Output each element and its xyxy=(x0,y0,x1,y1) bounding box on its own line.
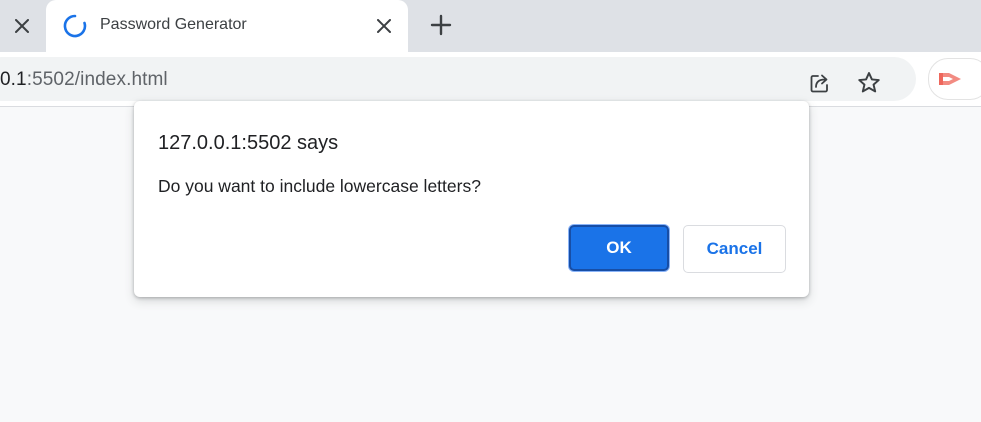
star-icon[interactable] xyxy=(856,70,882,96)
tab-strip: Password Generator xyxy=(0,0,981,52)
new-tab-button[interactable] xyxy=(428,12,454,38)
tab-password-generator[interactable]: Password Generator xyxy=(46,0,408,52)
dialog-title: 127.0.0.1:5502 says xyxy=(158,132,339,154)
dialog-message: Do you want to include lowercase letters… xyxy=(158,176,481,196)
ok-button[interactable]: OK xyxy=(569,225,669,271)
share-icon[interactable] xyxy=(808,71,832,95)
address-bar[interactable]: 0.1:5502/index.html xyxy=(0,57,916,101)
browser-toolbar: 0.1:5502/index.html xyxy=(0,52,981,107)
tab-title: Password Generator xyxy=(100,16,247,33)
loading-spinner-icon xyxy=(63,14,87,38)
cancel-button[interactable]: Cancel xyxy=(683,225,786,273)
alert-dialog: 127.0.0.1:5502 says Do you want to inclu… xyxy=(134,101,809,297)
close-icon[interactable] xyxy=(372,14,396,38)
extension-icon xyxy=(939,73,961,85)
plus-icon xyxy=(430,14,452,36)
close-icon[interactable] xyxy=(8,14,36,38)
url-path: :5502/index.html xyxy=(26,69,168,90)
url-host: 0.1 xyxy=(0,69,27,90)
url-text[interactable]: 0.1:5502/index.html xyxy=(0,69,168,91)
extension-button[interactable] xyxy=(928,58,981,100)
